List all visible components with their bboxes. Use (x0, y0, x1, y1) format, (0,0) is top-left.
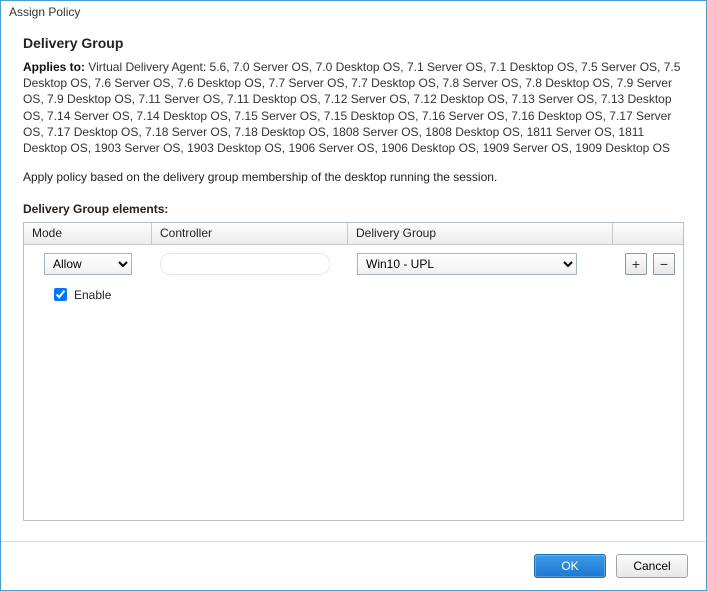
mode-select[interactable]: Allow (44, 253, 132, 275)
policy-description: Apply policy based on the delivery group… (23, 170, 684, 184)
ok-button[interactable]: OK (534, 554, 606, 578)
grid-body: Allow Win10 - UPL + (24, 245, 683, 520)
dialog-footer: OK Cancel (1, 542, 706, 590)
delivery-group-heading: Delivery Group (23, 35, 684, 51)
enable-row: Enable (24, 275, 683, 304)
grid-header: Mode Controller Delivery Group (24, 223, 683, 245)
enable-checkbox[interactable] (54, 288, 67, 301)
assign-policy-window: Assign Policy Delivery Group Applies to:… (0, 0, 707, 591)
applies-to-label: Applies to: (23, 60, 85, 74)
enable-label: Enable (74, 288, 111, 302)
applies-to-text: Virtual Delivery Agent: 5.6, 7.0 Server … (23, 60, 680, 155)
cancel-button[interactable]: Cancel (616, 554, 688, 578)
column-header-delivery-group[interactable]: Delivery Group (348, 223, 613, 244)
minus-icon: − (660, 257, 668, 271)
table-row: Allow Win10 - UPL + (24, 253, 683, 275)
add-row-button[interactable]: + (625, 253, 647, 275)
plus-icon: + (632, 257, 640, 271)
column-header-controller[interactable]: Controller (152, 223, 348, 244)
content-area: Delivery Group Applies to: Virtual Deliv… (1, 21, 706, 531)
delivery-group-select[interactable]: Win10 - UPL (357, 253, 577, 275)
elements-grid: Mode Controller Delivery Group Allow (23, 222, 684, 521)
column-header-mode[interactable]: Mode (24, 223, 152, 244)
controller-input[interactable] (160, 253, 330, 275)
applies-to-block: Applies to: Virtual Delivery Agent: 5.6,… (23, 59, 684, 156)
elements-heading: Delivery Group elements: (23, 202, 684, 216)
window-title: Assign Policy (1, 1, 706, 21)
column-header-actions (613, 223, 683, 244)
remove-row-button[interactable]: − (653, 253, 675, 275)
